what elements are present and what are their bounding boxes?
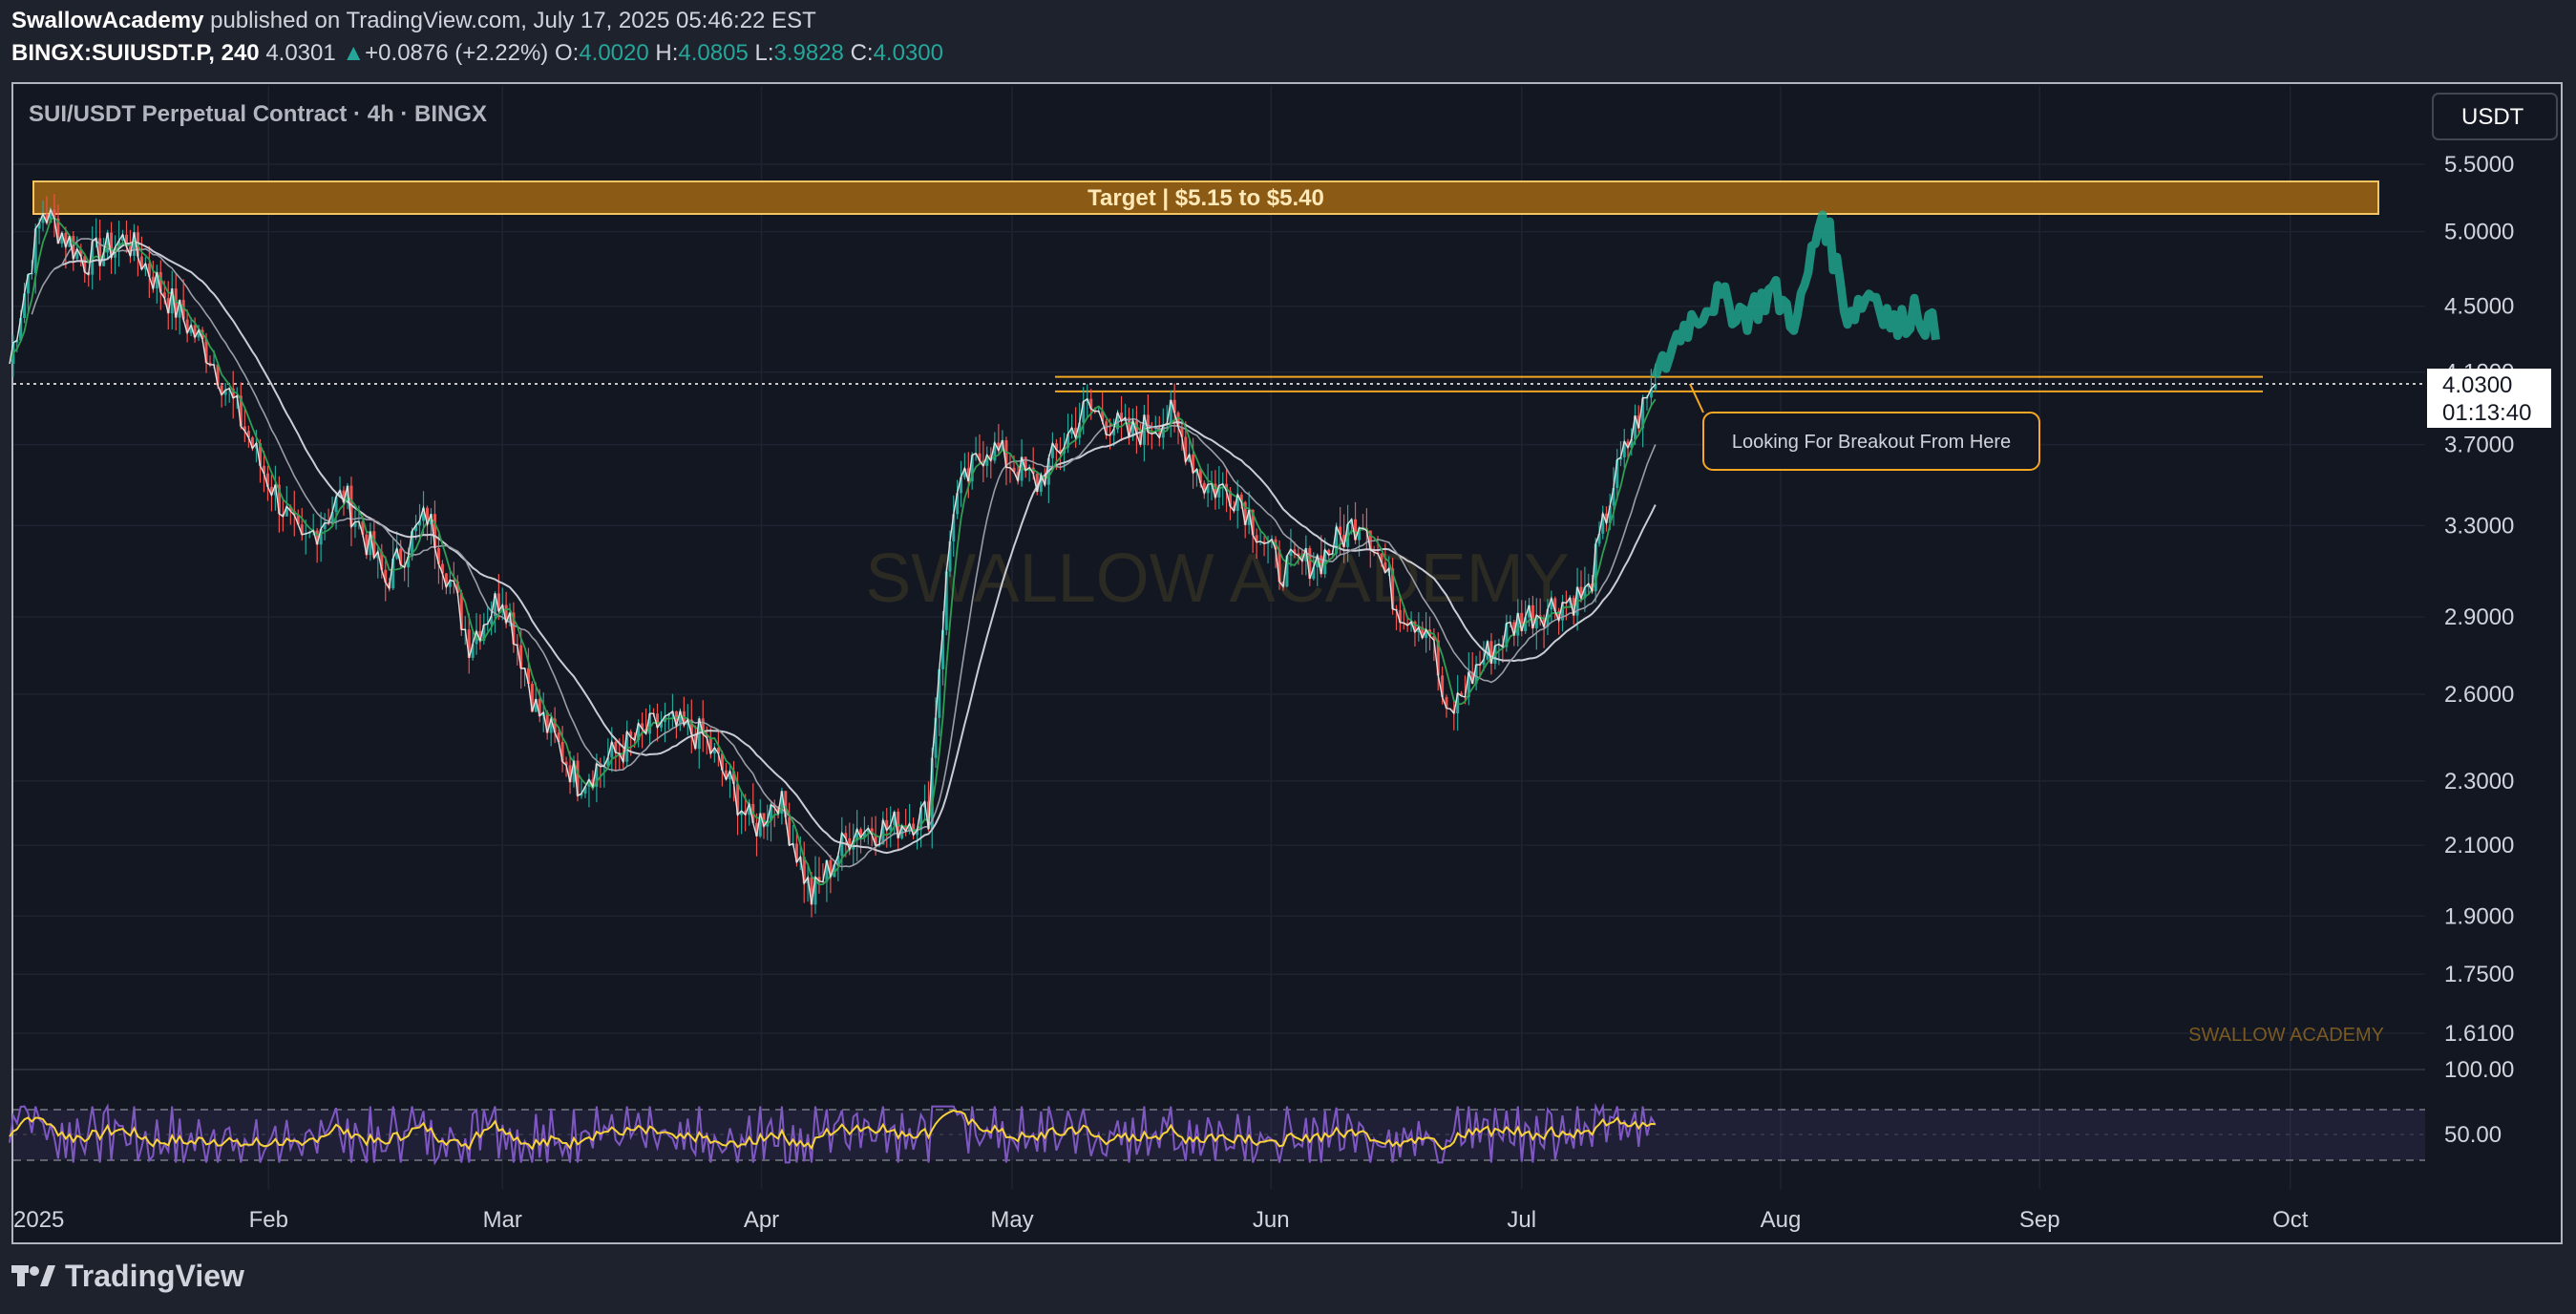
time-axis-tick: Mar: [483, 1207, 522, 1233]
time-axis-tick: Feb: [249, 1207, 288, 1233]
price-axis-tick: 2.1000: [2444, 833, 2514, 858]
breakout-callout-text: Looking For Breakout From Here: [1732, 432, 2011, 453]
price-axis-tick: 1.6100: [2444, 1021, 2514, 1047]
time-axis-tick: May: [990, 1207, 1033, 1233]
chart-grid: [9, 86, 2425, 1189]
tradingview-brand[interactable]: TradingView: [11, 1259, 244, 1296]
time-axis-tick: 2025: [13, 1207, 64, 1233]
time-axis[interactable]: 2025 Feb Mar Apr May Jun Jul Aug Sep Oct: [13, 1207, 2309, 1233]
price-axis-tick: 1.9000: [2444, 903, 2514, 929]
price-axis-tick: 2.9000: [2444, 604, 2514, 630]
time-axis-tick: Jul: [1507, 1207, 1536, 1233]
tradingview-logo-icon: [11, 1261, 55, 1296]
price-axis-tick: 5.0000: [2444, 220, 2514, 245]
price-chart[interactable]: SWALLOW ACADEMY Target | $5.15 to $5.40 …: [0, 0, 2576, 1314]
price-axis-tick: 5.5000: [2444, 152, 2514, 178]
time-axis-tick: Sep: [2019, 1207, 2060, 1233]
rsi-axis-tick: 100.00: [2444, 1057, 2514, 1083]
time-axis-tick: Jun: [1253, 1207, 1290, 1233]
currency-button-label: USDT: [2461, 104, 2524, 130]
price-axis-tick: 3.3000: [2444, 513, 2514, 539]
price-axis-tick: 2.6000: [2444, 682, 2514, 708]
time-axis-tick: Oct: [2272, 1207, 2309, 1233]
price-axis-tick: 4.5000: [2444, 294, 2514, 320]
price-axis-tick: 3.7000: [2444, 433, 2514, 458]
callout-pointer: [1689, 383, 1704, 413]
projection-path: [1651, 210, 1940, 379]
target-zone-label: Target | $5.15 to $5.40: [1087, 185, 1324, 211]
time-axis-tick: Apr: [744, 1207, 779, 1233]
time-axis-tick: Aug: [1761, 1207, 1802, 1233]
brand-small: SWALLOW ACADEMY: [2188, 1025, 2384, 1046]
rsi-axis-tick: 50.00: [2444, 1122, 2502, 1148]
rsi-axis: 100.00 50.00: [2444, 1057, 2514, 1148]
current-price-value: 4.0300: [2442, 372, 2512, 398]
price-axis-tick: 1.7500: [2444, 962, 2514, 987]
chart-legend-title: SUI/USDT Perpetual Contract · 4h · BINGX: [29, 101, 487, 127]
price-axis[interactable]: 5.50005.00004.50004.10003.70003.30002.90…: [2444, 152, 2514, 1047]
tradingview-brand-text: TradingView: [65, 1259, 244, 1293]
price-axis-tick: 2.3000: [2444, 769, 2514, 795]
countdown-timer: 01:13:40: [2442, 400, 2531, 426]
